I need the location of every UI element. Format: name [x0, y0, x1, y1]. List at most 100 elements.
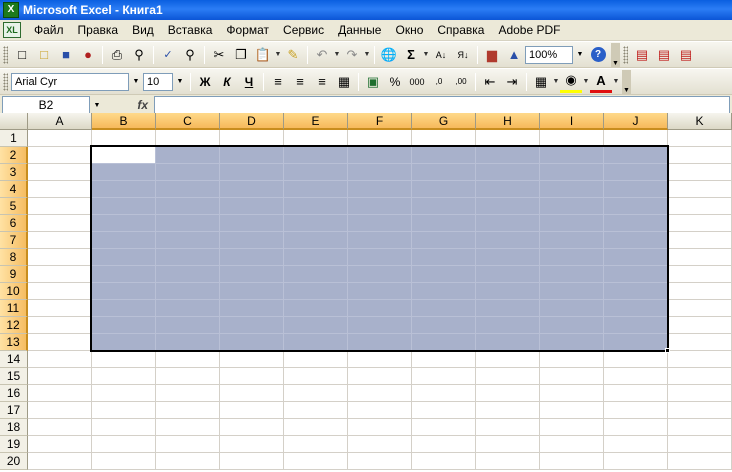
- row-header-10[interactable]: 10: [0, 283, 28, 300]
- row-header-9[interactable]: 9: [0, 266, 28, 283]
- increase-decimal-icon[interactable]: ,0: [428, 71, 450, 93]
- column-header-h[interactable]: H: [476, 113, 540, 130]
- menu-tools[interactable]: Сервис: [276, 20, 331, 41]
- align-center-icon[interactable]: ≡: [289, 71, 311, 93]
- column-header-c[interactable]: C: [156, 113, 220, 130]
- row-header-11[interactable]: 11: [0, 300, 28, 317]
- font-size-dropdown-icon[interactable]: ▼: [173, 73, 187, 91]
- row-header-4[interactable]: 4: [0, 181, 28, 198]
- select-all-corner[interactable]: [0, 113, 28, 130]
- sort-ascending-icon[interactable]: A↓: [430, 44, 452, 66]
- column-header-a[interactable]: A: [28, 113, 92, 130]
- menu-adobe-pdf[interactable]: Adobe PDF: [491, 20, 567, 41]
- row-header-14[interactable]: 14: [0, 351, 28, 368]
- fill-handle[interactable]: [665, 348, 670, 353]
- font-size-input[interactable]: 10: [143, 72, 173, 91]
- decrease-indent-icon[interactable]: ⇤: [479, 71, 501, 93]
- copy-icon[interactable]: ❐: [230, 44, 252, 66]
- redo-icon[interactable]: ↷: [341, 44, 363, 66]
- row-header-8[interactable]: 8: [0, 249, 28, 266]
- paste-dropdown-icon[interactable]: ▼: [274, 51, 282, 58]
- formula-input[interactable]: [154, 96, 730, 114]
- row-header-2[interactable]: 2: [0, 147, 28, 164]
- column-header-e[interactable]: E: [284, 113, 348, 130]
- column-header-i[interactable]: I: [540, 113, 604, 130]
- toolbar-options-icon[interactable]: ▼: [622, 69, 631, 94]
- menu-insert[interactable]: Вставка: [161, 20, 220, 41]
- save-icon[interactable]: ■: [55, 44, 77, 66]
- title-bar[interactable]: X Microsoft Excel - Книга1: [0, 0, 732, 20]
- convert-to-pdf-icon[interactable]: ▤: [631, 44, 653, 66]
- open-folder-icon[interactable]: □: [33, 44, 55, 66]
- font-color-icon[interactable]: A: [590, 71, 612, 93]
- toolbar-grip[interactable]: [3, 72, 8, 91]
- percent-style-icon[interactable]: %: [384, 71, 406, 93]
- name-box-dropdown-icon[interactable]: ▼: [90, 96, 104, 114]
- decrease-decimal-icon[interactable]: ,00: [450, 71, 472, 93]
- menu-format[interactable]: Формат: [219, 20, 276, 41]
- undo-icon[interactable]: ↶: [311, 44, 333, 66]
- italic-button[interactable]: К: [216, 71, 238, 93]
- row-header-1[interactable]: 1: [0, 130, 28, 147]
- row-header-5[interactable]: 5: [0, 198, 28, 215]
- research-icon[interactable]: ⚲: [179, 44, 201, 66]
- row-header-12[interactable]: 12: [0, 317, 28, 334]
- toolbar-grip[interactable]: [623, 45, 628, 64]
- redo-dropdown-icon[interactable]: ▼: [363, 51, 371, 58]
- row-header-19[interactable]: 19: [0, 436, 28, 453]
- increase-indent-icon[interactable]: ⇥: [501, 71, 523, 93]
- autosum-dropdown-icon[interactable]: ▼: [422, 51, 430, 58]
- print-icon[interactable]: ⎙: [106, 44, 128, 66]
- fill-color-icon[interactable]: ◉: [560, 71, 582, 93]
- permission-icon[interactable]: ●: [77, 44, 99, 66]
- undo-dropdown-icon[interactable]: ▼: [333, 51, 341, 58]
- align-left-icon[interactable]: ≡: [267, 71, 289, 93]
- align-right-icon[interactable]: ≡: [311, 71, 333, 93]
- bold-button[interactable]: Ж: [194, 71, 216, 93]
- workbook-icon[interactable]: XL: [3, 22, 21, 38]
- name-box[interactable]: B2: [2, 96, 90, 114]
- currency-style-icon[interactable]: ▣: [362, 71, 384, 93]
- convert-and-email-pdf-icon[interactable]: ▤: [653, 44, 675, 66]
- column-header-b[interactable]: B: [92, 113, 156, 130]
- help-icon[interactable]: ?: [587, 44, 609, 66]
- insert-function-icon[interactable]: fx: [104, 98, 154, 112]
- autosum-icon[interactable]: Σ: [400, 44, 422, 66]
- row-header-17[interactable]: 17: [0, 402, 28, 419]
- borders-icon[interactable]: ▦: [530, 71, 552, 93]
- font-color-dropdown-icon[interactable]: ▼: [612, 78, 620, 85]
- column-header-j[interactable]: J: [604, 113, 668, 130]
- menu-view[interactable]: Вид: [125, 20, 161, 41]
- row-header-7[interactable]: 7: [0, 232, 28, 249]
- zoom-input[interactable]: 100%: [525, 45, 573, 64]
- menu-data[interactable]: Данные: [331, 20, 388, 41]
- row-header-16[interactable]: 16: [0, 385, 28, 402]
- convert-and-review-pdf-icon[interactable]: ▤: [675, 44, 697, 66]
- paste-icon[interactable]: 📋: [252, 44, 274, 66]
- format-painter-icon[interactable]: ✎: [282, 44, 304, 66]
- row-header-13[interactable]: 13: [0, 334, 28, 351]
- menu-file[interactable]: Файл: [27, 20, 71, 41]
- font-dropdown-icon[interactable]: ▼: [129, 73, 143, 91]
- zoom-dropdown-icon[interactable]: ▼: [573, 46, 587, 64]
- row-header-15[interactable]: 15: [0, 368, 28, 385]
- row-header-3[interactable]: 3: [0, 164, 28, 181]
- menu-window[interactable]: Окно: [388, 20, 430, 41]
- font-name-input[interactable]: Arial Cyr: [11, 72, 129, 91]
- fill-color-dropdown-icon[interactable]: ▼: [582, 78, 590, 85]
- borders-dropdown-icon[interactable]: ▼: [552, 78, 560, 85]
- column-header-g[interactable]: G: [412, 113, 476, 130]
- menu-help[interactable]: Справка: [430, 20, 491, 41]
- column-header-d[interactable]: D: [220, 113, 284, 130]
- sort-descending-icon[interactable]: Я↓: [452, 44, 474, 66]
- underline-button[interactable]: Ч: [238, 71, 260, 93]
- toolbar-options-icon[interactable]: ▼: [611, 42, 620, 67]
- column-header-k[interactable]: K: [668, 113, 732, 130]
- comma-style-icon[interactable]: 000: [406, 71, 428, 93]
- row-header-18[interactable]: 18: [0, 419, 28, 436]
- column-header-f[interactable]: F: [348, 113, 412, 130]
- hyperlink-icon[interactable]: 🌐: [378, 44, 400, 66]
- spelling-icon[interactable]: ✓: [157, 44, 179, 66]
- print-preview-icon[interactable]: ⚲: [128, 44, 150, 66]
- merge-center-icon[interactable]: ▦: [333, 71, 355, 93]
